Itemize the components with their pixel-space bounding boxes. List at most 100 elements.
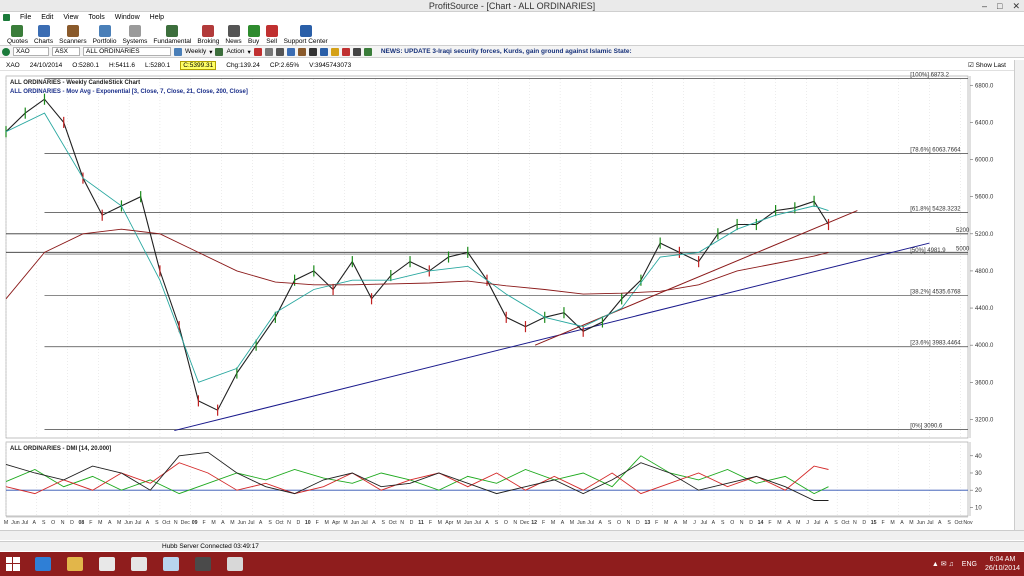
x-tick-label: S — [155, 520, 159, 526]
toolbar-button-broking[interactable]: Broking — [194, 22, 222, 45]
taskbar-app-app[interactable] — [188, 553, 218, 575]
toolbar-label: Sell — [266, 38, 278, 45]
x-tick-label: A — [900, 520, 904, 526]
app-icon — [195, 557, 211, 571]
checkbox-icon[interactable]: ☑ — [968, 62, 974, 69]
menu-help[interactable]: Help — [150, 14, 164, 21]
menu-file[interactable]: File — [20, 14, 31, 21]
x-tick-label: M — [777, 520, 781, 526]
taskbar-app-chrome[interactable] — [92, 553, 122, 575]
toolbar-label: Scanners — [59, 38, 87, 45]
x-tick-label: Jun — [917, 520, 925, 526]
window-title: ProfitSource - [Chart - ALL ORDINARIES] — [428, 1, 596, 11]
menu-window[interactable]: Window — [115, 14, 140, 21]
refresh-icon[interactable] — [2, 47, 10, 56]
toolbar-tool-icon[interactable] — [363, 47, 372, 56]
toolbar-tool-icon[interactable] — [297, 47, 306, 56]
y-tick-label: 6400.0 — [975, 120, 994, 126]
menu-tools[interactable]: Tools — [88, 14, 104, 21]
info-open: O:5280.1 — [72, 61, 100, 69]
start-button[interactable] — [0, 552, 26, 576]
x-tick-label: S — [608, 520, 612, 526]
toolbar-button-scanners[interactable]: Scanners — [56, 22, 89, 45]
x-tick-label: A — [674, 520, 678, 526]
x-tick-label: A — [259, 520, 263, 526]
toolbar-tool-icon[interactable] — [341, 47, 350, 56]
toolbar-label: Charts — [33, 38, 54, 45]
broking-icon — [202, 25, 215, 37]
toolbar-tool-icon[interactable] — [253, 47, 262, 56]
minimize-icon[interactable]: – — [982, 0, 987, 12]
x-tick-label: Jul — [814, 520, 821, 526]
chart-area[interactable]: 3200.0 3600.0 4000.0 4400.0 4800.0 5200.0 5600… — [2, 72, 1012, 530]
systems-icon — [128, 25, 141, 37]
toolbar-tool-icon[interactable] — [286, 47, 295, 56]
x-tick-label: A — [825, 520, 829, 526]
toolbar-button-systems[interactable]: Systems — [119, 22, 150, 45]
toolbar-tool-icon[interactable] — [275, 47, 284, 56]
symbol-input[interactable]: XAO — [13, 47, 49, 56]
x-tick-label: Jul — [927, 520, 934, 526]
menu-edit[interactable]: Edit — [41, 14, 53, 21]
toolbar-button-fundamental[interactable]: Fundamental — [150, 22, 194, 45]
x-tick-label: M — [551, 520, 555, 526]
toolbar-label: Fundamental — [153, 38, 192, 45]
toolbar-tool-icon[interactable] — [264, 47, 273, 56]
x-tick-label: M — [457, 520, 461, 526]
toolbar-button-quotes[interactable]: Quotes — [4, 22, 31, 45]
x-tick-label: A — [938, 520, 942, 526]
x-tick-label: M — [211, 520, 215, 526]
close-icon[interactable]: ✕ — [1012, 0, 1020, 12]
action-dropdown[interactable]: Action — [226, 48, 244, 55]
chevron-down-icon[interactable]: ▾ — [209, 48, 212, 56]
show-last-checkbox[interactable]: ☑ Show Last — [968, 61, 1006, 69]
toolbar-label: Broking — [197, 38, 220, 45]
maximize-icon[interactable]: □ — [997, 0, 1002, 12]
x-tick-label: N — [513, 520, 517, 526]
news-ticker[interactable]: NEWS: UPDATE 3-Iraqi security forces, Ku… — [381, 48, 632, 55]
x-tick-label: M — [4, 520, 8, 526]
x-tick-label: M — [230, 520, 234, 526]
language-indicator[interactable]: ENG — [962, 561, 977, 568]
toolbar-button-portfolio[interactable]: Portfolio — [90, 22, 120, 45]
x-tick-label: F — [202, 520, 205, 526]
buy-icon — [247, 25, 260, 37]
x-tick-label: 10 — [305, 520, 311, 526]
clock[interactable]: 6:04 AM 26/10/2014 — [985, 555, 1020, 573]
taskbar-app-profitsource[interactable] — [220, 553, 250, 575]
toolbar-button-buy[interactable]: Buy — [245, 22, 263, 45]
toolbar-tool-icon[interactable] — [308, 47, 317, 56]
toolbar-button-support-center[interactable]: Support Center — [281, 22, 331, 45]
taskbar-app-explorer[interactable] — [60, 553, 90, 575]
taskbar-app-word[interactable] — [124, 553, 154, 575]
horizontal-scrollbar[interactable] — [0, 530, 1024, 540]
x-tick-label: A — [221, 520, 225, 526]
x-tick-label: M — [325, 520, 329, 526]
taskbar-app-ie[interactable] — [28, 553, 58, 575]
period-dropdown[interactable]: Weekly — [185, 48, 206, 55]
vertical-scrollbar[interactable] — [1014, 60, 1024, 530]
toolbar-button-charts[interactable]: Charts — [31, 22, 56, 45]
x-tick-label: Jul — [474, 520, 481, 526]
chart-title: ALL ORDINARIES - Weekly CandleStick Char… — [10, 80, 140, 86]
toolbar-tool-icon[interactable] — [330, 47, 339, 56]
x-tick-label: M — [98, 520, 102, 526]
fib-level-label: [0%] 3090.6 — [910, 424, 943, 430]
toolbar-label: Systems — [122, 38, 148, 45]
security-name-input[interactable]: ALL ORDINARIES — [83, 47, 171, 56]
x-tick-label: Jul — [361, 520, 368, 526]
exchange-input[interactable]: ASX — [52, 47, 80, 56]
x-tick-label: F — [768, 520, 771, 526]
toolbar-tool-icon[interactable] — [319, 47, 328, 56]
x-tick-label: D — [862, 520, 866, 526]
price-chart[interactable]: 3200.0 3600.0 4000.0 4400.0 4800.0 5200.0 5600… — [2, 72, 1012, 530]
tray-icons[interactable]: ▲ ✉ ♫ — [932, 560, 954, 568]
menu-view[interactable]: View — [63, 14, 78, 21]
y-tick-label: 20 — [975, 488, 982, 494]
toolbar-button-sell[interactable]: Sell — [263, 22, 281, 45]
toolbar-button-news[interactable]: News — [222, 22, 244, 45]
taskbar-app-paint[interactable] — [156, 553, 186, 575]
toolbar-tool-icon[interactable] — [352, 47, 361, 56]
x-tick-label: M — [909, 520, 913, 526]
chevron-down-icon[interactable]: ▾ — [248, 48, 251, 56]
